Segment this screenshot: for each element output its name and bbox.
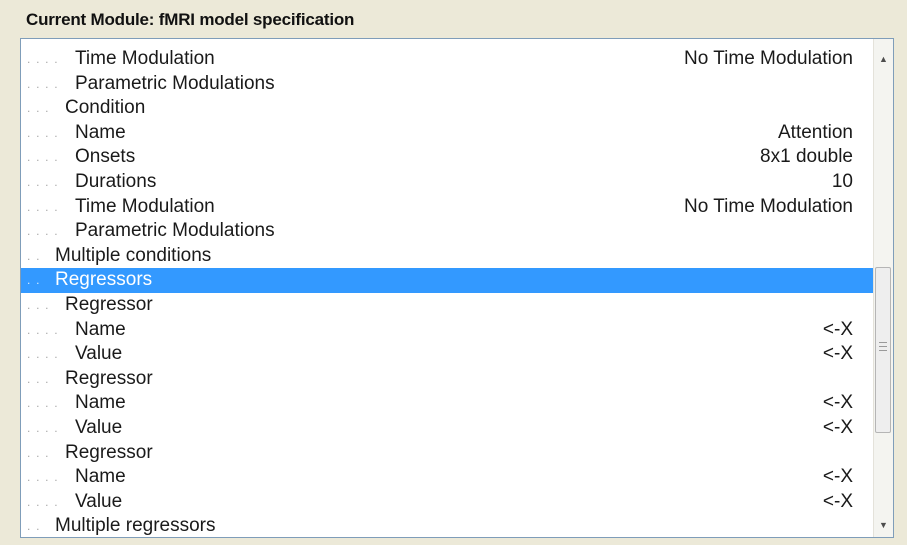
batch-tree-list[interactable]: . . . . Time Modulation No Time Modulatio… [20,38,894,538]
tree-indent-dots: . . . . [27,76,59,91]
tree-rows: . . . . Time Modulation No Time Modulatio… [21,47,873,537]
tree-row-value: Attention [778,121,853,143]
tree-row[interactable]: . . . Regressor [21,293,873,318]
tree-indent-dots: . . . . [27,224,59,239]
tree-indent-dots: . . . . [27,470,59,485]
tree-row-label: Time Modulation [75,195,215,217]
tree-indent-dots: . . [27,248,41,263]
tree-indent-dots: . . . . [27,347,59,362]
tree-row[interactable]: . . . Regressor [21,441,873,466]
tree-row-value: <-X [822,416,853,438]
tree-indent-dots: . . . [27,297,50,312]
tree-indent-dots: . . . . [27,396,59,411]
tree-indent-dots: . . . . [27,125,59,140]
tree-row[interactable]: . . . . Time Modulation No Time Modulatio… [21,47,873,72]
tree-row[interactable]: . . . . Parametric Modulations [21,72,873,97]
tree-row-label: Regressors [55,269,153,291]
tree-row-label: Parametric Modulations [75,220,275,242]
tree-row[interactable]: . . . . Name <-X [21,318,873,343]
tree-row-value: 10 [831,170,853,192]
tree-row[interactable]: . . . . Name Attention [21,121,873,146]
tree-row[interactable]: . . . . Name <-X [21,465,873,490]
tree-row[interactable]: . . Multiple conditions [21,244,873,269]
scroll-up-arrow-icon[interactable]: ▲ [874,49,893,69]
tree-row-label: Parametric Modulations [75,72,275,94]
tree-row-label: Value [75,490,123,512]
tree-row[interactable]: . . . . Value <-X [21,490,873,515]
tree-row-value: <-X [822,466,853,488]
tree-indent-dots: . . . [27,445,50,460]
tree-row-value: 8x1 double [760,146,853,168]
tree-row[interactable]: . . Regressors [21,268,873,293]
tree-indent-dots: . . [27,273,41,288]
scroll-down-arrow-icon[interactable]: ▼ [874,515,893,535]
tree-indent-dots: . . . [27,101,50,116]
tree-row-value: No Time Modulation [684,195,853,217]
tree-indent-dots: . . . [27,371,50,386]
thumb-grip-icon [879,342,887,351]
tree-row-label: Durations [75,170,157,192]
tree-indent-dots: . . [27,519,41,534]
tree-indent-dots: . . . . [27,420,59,435]
tree-row[interactable]: . . . . Parametric Modulations [21,219,873,244]
tree-row-label: Name [75,121,126,143]
tree-row[interactable]: . . . . Onsets 8x1 double [21,145,873,170]
tree-indent-dots: . . . . [27,322,59,337]
tree-row-value: <-X [822,490,853,512]
tree-row-label: Regressor [65,367,153,389]
tree-row-label: Time Modulation [75,48,215,69]
tree-row-label: Name [75,318,126,340]
tree-row[interactable]: . . . Regressor [21,367,873,392]
tree-row[interactable]: . . Multiple regressors [21,514,873,537]
tree-row-label: Value [75,343,123,365]
tree-row-label: Onsets [75,146,136,168]
tree-row-value: No Time Modulation [684,48,853,69]
tree-row-value: <-X [822,392,853,414]
tree-indent-dots: . . . . [27,494,59,509]
tree-row-label: Regressor [65,293,153,315]
vertical-scrollbar[interactable]: ▲ ▼ [873,39,893,537]
tree-indent-dots: . . . . [27,174,59,189]
tree-row[interactable]: . . . . Name <-X [21,391,873,416]
tree-row[interactable]: . . . . Time Modulation No Time Modulatio… [21,195,873,220]
tree-row-value: <-X [822,318,853,340]
tree-row[interactable]: . . . Condition [21,96,873,121]
tree-indent-dots: . . . . [27,150,59,165]
tree-indent-dots: . . . . [27,52,59,66]
tree-row[interactable]: . . . . Value <-X [21,416,873,441]
scroll-thumb[interactable] [875,267,891,433]
tree-row[interactable]: . . . . Durations 10 [21,170,873,195]
tree-row-label: Name [75,466,126,488]
tree-row-label: Multiple conditions [55,244,212,266]
tree-row-label: Multiple regressors [55,515,216,537]
tree-row-label: Regressor [65,441,153,463]
module-title: Current Module: fMRI model specification [26,10,355,29]
tree-indent-dots: . . . . [27,199,59,214]
module-window: Current Module: fMRI model specification… [0,0,907,545]
tree-row-value: <-X [822,343,853,365]
tree-row[interactable]: . . . . Value <-X [21,342,873,367]
tree-row-label: Condition [65,97,146,119]
tree-row-label: Value [75,416,123,438]
tree-row-label: Name [75,392,126,414]
